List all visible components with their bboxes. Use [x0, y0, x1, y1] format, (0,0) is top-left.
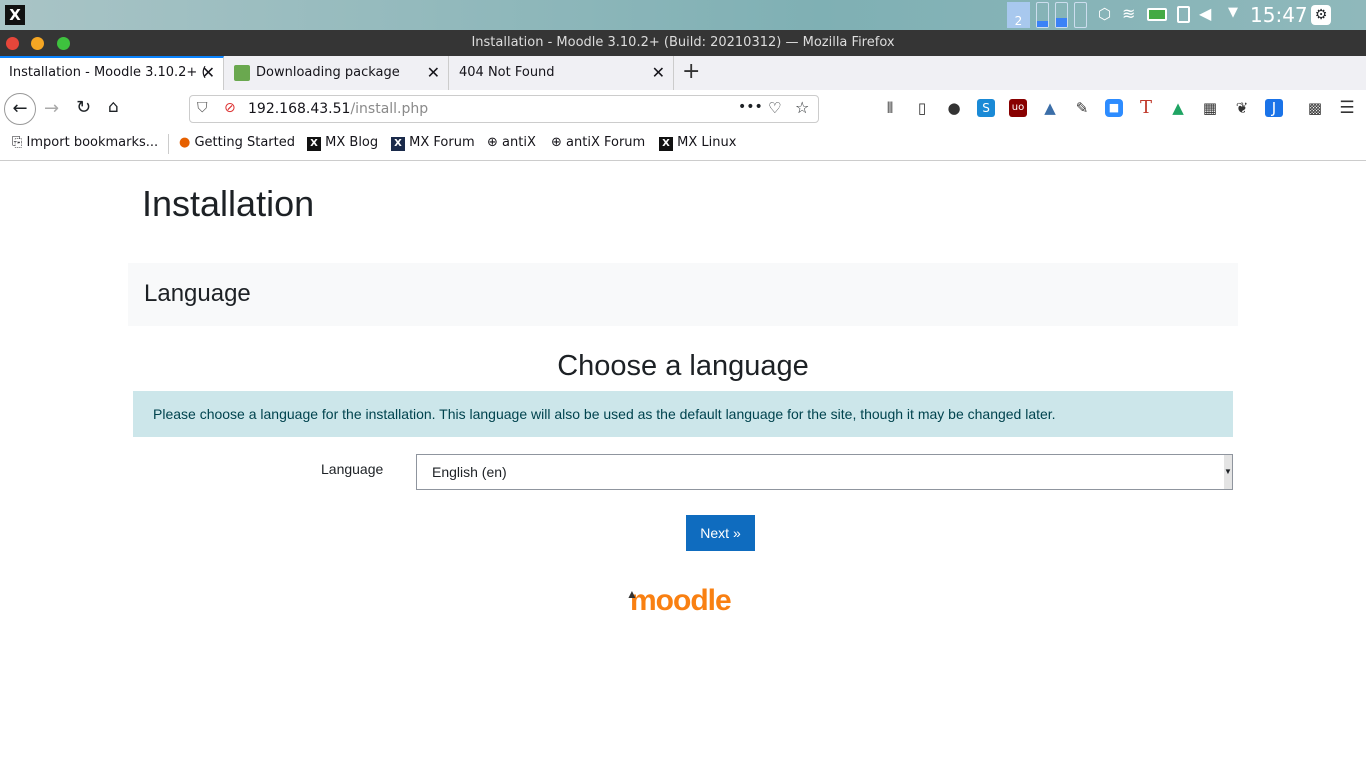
bookmark-label: antiX Forum	[566, 135, 646, 150]
url-path: /install.php	[350, 101, 429, 117]
close-window-button[interactable]	[6, 37, 19, 50]
minimize-window-button[interactable]	[31, 37, 44, 50]
forward-button[interactable]: →	[44, 98, 59, 119]
bookmark-label: MX Blog	[325, 135, 379, 150]
workspace-4[interactable]	[1074, 2, 1087, 28]
clipboard-icon[interactable]	[1177, 6, 1190, 23]
bookmark-antix-forum[interactable]: ⊕ antiX Forum	[551, 135, 645, 150]
bookmark-antix[interactable]: ⊕ antiX	[487, 135, 536, 150]
tray-expand-icon[interactable]: ▼	[1228, 5, 1238, 20]
logo-text: moodle	[630, 584, 732, 617]
close-tab-icon[interactable]: ✕	[427, 56, 440, 90]
mx-icon: X	[391, 137, 405, 151]
divider	[168, 134, 169, 154]
bookmark-mx-forum[interactable]: X MX Forum	[391, 135, 475, 151]
bookmarks-bar: ⎘ Import bookmarks... ● Getting Started …	[0, 127, 1366, 161]
pocket-icon[interactable]: ♡	[768, 99, 781, 117]
chevron-down-icon: ▼	[1224, 455, 1232, 489]
moodle-logo: ▲ moodle	[626, 584, 732, 618]
zoom-extension-icon[interactable]: ■	[1105, 99, 1123, 117]
tab-label: Downloading package	[256, 65, 400, 80]
url-text[interactable]: 192.168.43.51/install.php	[248, 101, 428, 117]
workspace-1[interactable]: 2	[1007, 2, 1030, 28]
bookmark-label: MX Forum	[409, 135, 475, 150]
tab-label: 404 Not Found	[459, 65, 555, 80]
sidebar-icon[interactable]: ▯	[913, 99, 931, 117]
bookmark-label: Getting Started	[194, 135, 295, 150]
heading: Choose a language	[557, 350, 809, 382]
window-title: Installation - Moodle 3.10.2+ (Build: 20…	[0, 30, 1366, 56]
bookmark-label: antiX	[502, 135, 536, 150]
extension-icon[interactable]: ▲	[1041, 99, 1059, 117]
import-icon: ⎘	[12, 135, 23, 150]
info-alert: Please choose a language for the install…	[133, 391, 1233, 437]
volume-icon[interactable]: ◀	[1199, 4, 1211, 23]
insecure-lock-icon[interactable]: ⊘	[224, 100, 236, 116]
home-button[interactable]: ⌂	[108, 97, 119, 117]
url-bar[interactable]: ⛉ ⊘ 192.168.43.51/install.php ••• ♡ ☆	[189, 95, 819, 123]
next-button[interactable]: Next »	[686, 515, 755, 551]
extension-icon[interactable]: J	[1265, 99, 1283, 117]
section-title: Language	[144, 280, 251, 307]
close-tab-icon[interactable]: ✕	[652, 56, 665, 90]
workspace-3[interactable]	[1055, 2, 1068, 28]
bookmark-getting-started[interactable]: ● Getting Started	[179, 135, 295, 150]
moodle-favicon	[234, 65, 250, 81]
menu-icon[interactable]: ☰	[1338, 99, 1356, 117]
workspace-2[interactable]	[1036, 2, 1049, 28]
graduation-cap-icon: ▲	[626, 587, 638, 601]
tab-downloading-package[interactable]: Downloading package ✕	[225, 56, 449, 90]
bookmark-import[interactable]: ⎘ Import bookmarks...	[12, 135, 158, 150]
language-select[interactable]: English (en) ▼	[416, 454, 1233, 490]
apps-icon[interactable]: ▦	[1201, 99, 1219, 117]
url-host: 192.168.43.51	[248, 101, 351, 117]
bookmark-mx-blog[interactable]: X MX Blog	[307, 135, 378, 151]
battery-icon[interactable]	[1147, 8, 1167, 21]
new-tab-button[interactable]: +	[682, 59, 700, 84]
reload-button[interactable]: ↻	[76, 97, 91, 118]
mx-icon: X	[659, 137, 673, 151]
tab-label: Installation - Moodle 3.10.2+ (	[9, 65, 207, 80]
account-icon[interactable]: ●	[945, 99, 963, 117]
page-actions-icon[interactable]: •••	[738, 99, 763, 115]
globe-icon: ⊕	[551, 135, 562, 150]
package-icon[interactable]: ⬡	[1098, 5, 1111, 23]
settings-icon[interactable]: ⚙	[1311, 5, 1331, 25]
google-drive-icon[interactable]: ▲	[1169, 99, 1187, 117]
globe-icon: ⊕	[487, 135, 498, 150]
bookmark-label: Import bookmarks...	[26, 135, 159, 150]
taskbar: X 2 ⬡ ≋ ◀ ▼ 15:47 ⚙	[0, 0, 1366, 30]
mx-icon: X	[307, 137, 321, 151]
close-tab-icon[interactable]: ✕	[202, 58, 215, 88]
maximize-window-button[interactable]	[57, 37, 70, 50]
wifi-icon[interactable]: ≋	[1122, 4, 1135, 23]
bookmark-label: MX Linux	[677, 135, 737, 150]
ublock-icon[interactable]: uo	[1009, 99, 1027, 117]
whats-new-icon[interactable]: ▩	[1306, 99, 1324, 117]
back-button[interactable]: ←	[4, 93, 36, 125]
bookmark-star-icon[interactable]: ☆	[795, 98, 809, 117]
workspace-number: 2	[1014, 14, 1023, 28]
tab-404[interactable]: 404 Not Found ✕	[450, 56, 674, 90]
gnome-extension-icon[interactable]: ❦	[1233, 99, 1251, 117]
shield-icon[interactable]: ⛉	[197, 100, 208, 116]
bookmark-mx-linux[interactable]: X MX Linux	[659, 135, 736, 151]
language-value: English (en)	[432, 464, 507, 480]
tab-installation[interactable]: Installation - Moodle 3.10.2+ (✕	[0, 56, 224, 90]
page-title: Installation	[142, 183, 315, 224]
section-header: Language	[128, 263, 1238, 326]
translate-extension-icon[interactable]: T	[1137, 99, 1155, 117]
mx-menu-icon[interactable]: X	[5, 5, 25, 25]
library-icon[interactable]: ⫴	[881, 99, 899, 117]
extension-icon[interactable]: ✎	[1073, 99, 1091, 117]
language-label: Language	[321, 461, 384, 477]
firefox-icon: ●	[179, 135, 191, 150]
skype-extension-icon[interactable]: S	[977, 99, 995, 117]
clock[interactable]: 15:47	[1250, 3, 1308, 27]
